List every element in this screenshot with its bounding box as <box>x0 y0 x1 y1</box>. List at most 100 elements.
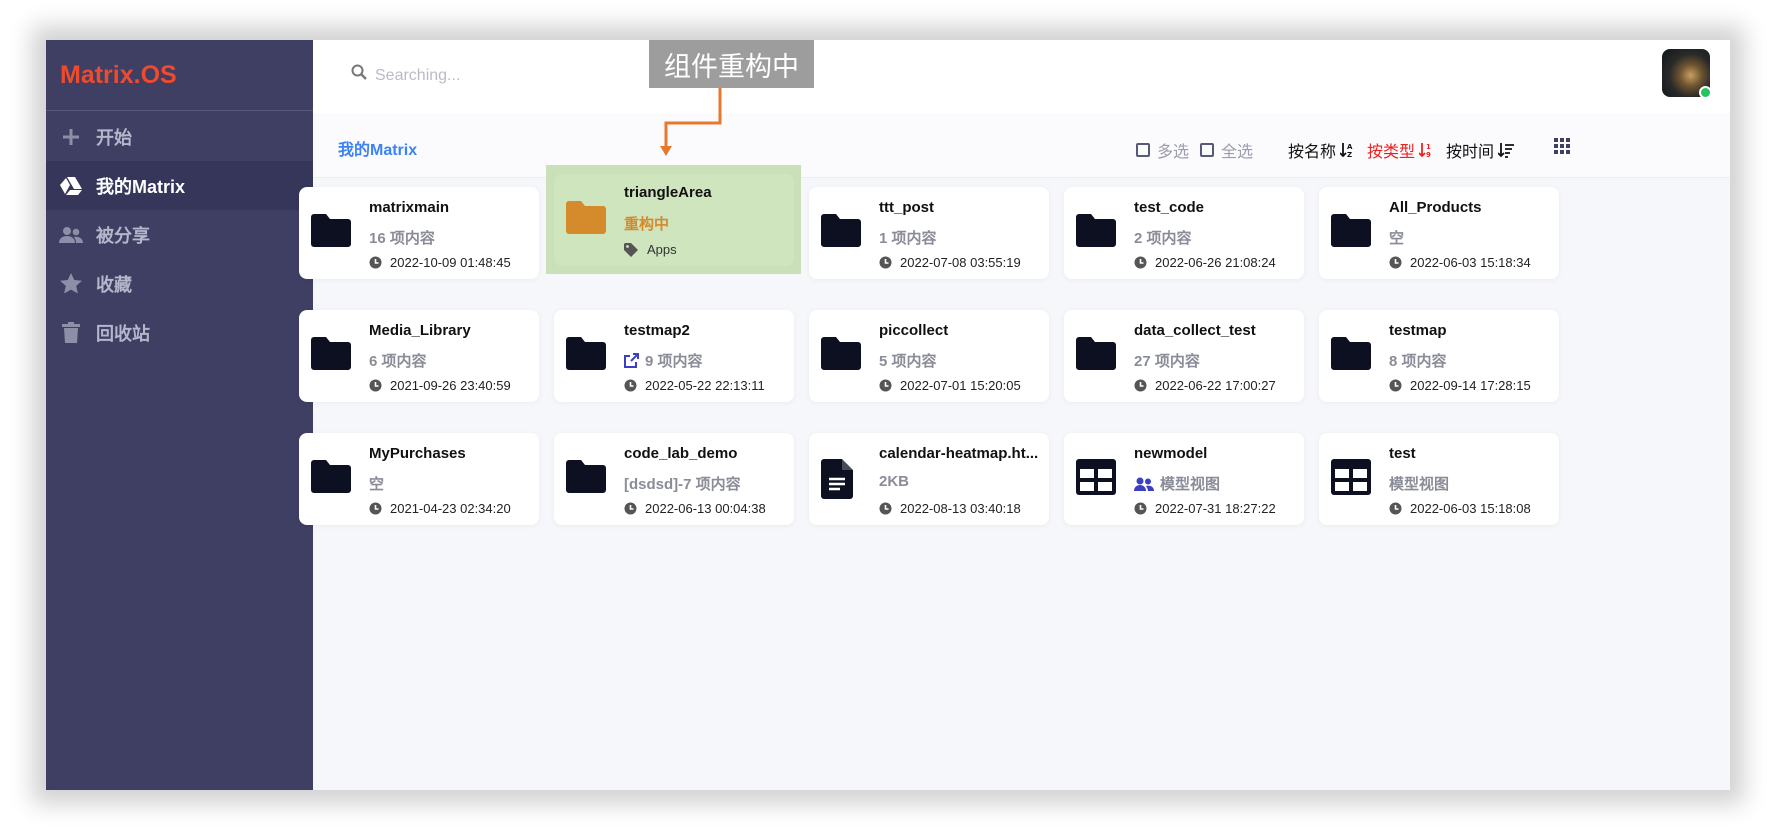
file-card[interactable]: code_lab_demo [dsdsd]-7 项内容 2022-06-13 00:… <box>554 433 794 525</box>
sidebar-item-favorites[interactable]: 收藏 <box>46 259 313 308</box>
table-icon <box>1331 459 1371 499</box>
folder-icon <box>1076 336 1116 376</box>
sidebar-item-start[interactable]: 开始 <box>46 112 313 161</box>
users-icon <box>1134 477 1154 491</box>
sidebar-item-label: 回收站 <box>96 323 150 344</box>
svg-text:Z: Z <box>1347 151 1352 158</box>
clock-icon <box>369 379 382 392</box>
file-meta: 16 项内容 <box>369 227 435 248</box>
file-name: matrixmain <box>369 199 450 216</box>
app-window: Matrix.OS 开始 我的Matrix 被分享 收藏 回收站 Searchi… <box>46 40 1730 790</box>
timestamp-text: 2022-08-13 03:40:18 <box>900 501 1021 516</box>
breadcrumb[interactable]: 我的Matrix <box>338 136 417 160</box>
file-card[interactable]: newmodel 模型视图 2022-07-31 18:27:22 <box>1064 433 1304 525</box>
file-name: data_collect_test <box>1134 322 1256 339</box>
file-name: testmap <box>1389 322 1447 339</box>
file-name: test_code <box>1134 199 1205 216</box>
file-name: piccollect <box>879 322 949 339</box>
file-meta-text: 6 项内容 <box>369 353 427 370</box>
file-timestamp: 2022-06-22 17:00:27 <box>1134 378 1276 393</box>
file-card[interactable]: Media_Library 6 项内容 2021-09-26 23:40:59 <box>299 310 539 402</box>
sort-by-type-button[interactable]: 按类型 19 <box>1367 138 1433 162</box>
folder-icon <box>311 459 351 499</box>
sidebar-item-my-matrix[interactable]: 我的Matrix <box>46 161 313 210</box>
file-card[interactable]: test 模型视图 2022-06-03 15:18:08 <box>1319 433 1559 525</box>
toolbar: 我的Matrix 多选 全选 按名称 AZ 按类型 19 按时间 <box>313 113 1730 178</box>
timestamp-text: 2022-06-03 15:18:34 <box>1410 255 1531 270</box>
clock-icon <box>879 502 892 515</box>
file-timestamp: 2022-08-13 03:40:18 <box>879 501 1021 516</box>
file-card[interactable]: test_code 2 项内容 2022-06-26 21:08:24 <box>1064 187 1304 279</box>
svg-text:1: 1 <box>1426 143 1431 151</box>
file-meta-text: [dsdsd]-7 项内容 <box>624 476 741 493</box>
file-meta: [dsdsd]-7 项内容 <box>624 473 741 494</box>
table-icon <box>1076 459 1116 499</box>
top-bar <box>313 40 1730 113</box>
folder-icon <box>821 336 861 376</box>
grid-view-icon <box>1554 138 1570 154</box>
star-icon <box>58 272 84 296</box>
users-icon <box>58 223 84 247</box>
file-meta-text: 重构中 <box>624 216 670 233</box>
sidebar-item-shared[interactable]: 被分享 <box>46 210 313 259</box>
sidebar-item-trash[interactable]: 回收站 <box>46 308 313 357</box>
file-timestamp: 2022-10-09 01:48:45 <box>369 255 511 270</box>
file-meta: 模型视图 <box>1134 473 1220 494</box>
app-logo[interactable]: Matrix.OS <box>46 40 313 111</box>
sidebar: Matrix.OS 开始 我的Matrix 被分享 收藏 回收站 <box>46 40 313 790</box>
file-meta: 空 <box>369 473 384 494</box>
file-meta-text: 空 <box>369 476 385 493</box>
file-meta: 2 项内容 <box>1134 227 1192 248</box>
file-meta-text: 模型视图 <box>1389 476 1450 493</box>
folder-icon <box>311 336 351 376</box>
file-card[interactable]: calendar-heatmap.ht... 2KB 2022-08-13 03:4… <box>809 433 1049 525</box>
file-card[interactable]: ttt_post 1 项内容 2022-07-08 03:55:19 <box>809 187 1049 279</box>
file-icon <box>821 459 861 499</box>
drive-icon <box>58 174 84 198</box>
svg-text:9: 9 <box>1426 151 1431 158</box>
refactoring-banner: 组件重构中 <box>649 40 814 88</box>
file-name: Media_Library <box>369 322 471 339</box>
clock-icon <box>1389 379 1402 392</box>
file-card[interactable]: MyPurchases 空 2021-04-23 02:34:20 <box>299 433 539 525</box>
file-name: calendar-heatmap.ht... <box>879 445 1039 462</box>
multi-select-checkbox[interactable]: 多选 <box>1136 138 1189 162</box>
file-card[interactable]: testmap2 9 项内容 2022-05-22 22:13:11 <box>554 310 794 402</box>
file-timestamp: 2021-09-26 23:40:59 <box>369 378 511 393</box>
file-meta: 27 项内容 <box>1134 350 1200 371</box>
clock-icon <box>624 379 637 392</box>
clock-icon <box>1134 502 1147 515</box>
select-all-checkbox[interactable]: 全选 <box>1200 138 1253 162</box>
file-card[interactable]: piccollect 5 项内容 2022-07-01 15:20:05 <box>809 310 1049 402</box>
timestamp-text: 2022-05-22 22:13:11 <box>645 378 765 393</box>
tag-icon <box>624 242 639 257</box>
sidebar-item-label: 我的Matrix <box>96 176 186 197</box>
file-card[interactable]: testmap 8 项内容 2022-09-14 17:28:15 <box>1319 310 1559 402</box>
clock-icon <box>369 256 382 269</box>
file-meta: 5 项内容 <box>879 350 937 371</box>
file-card[interactable]: All_Products 空 2022-06-03 15:18:34 <box>1319 187 1559 279</box>
clock-icon <box>1134 379 1147 392</box>
select-all-label: 全选 <box>1221 144 1254 161</box>
file-card[interactable]: data_collect_test 27 项内容 2022-06-22 17:00:… <box>1064 310 1304 402</box>
grid-view-button[interactable] <box>1550 138 1570 154</box>
file-name: All_Products <box>1389 199 1482 216</box>
file-card[interactable]: triangleArea 重构中 Apps <box>554 174 794 266</box>
file-meta: 1 项内容 <box>879 227 937 248</box>
folder-icon <box>566 336 606 376</box>
file-timestamp: 2022-07-01 15:20:05 <box>879 378 1021 393</box>
avatar[interactable] <box>1662 49 1712 99</box>
sort-by-time-button[interactable]: 按时间 <box>1446 138 1515 162</box>
timestamp-text: 2021-09-26 23:40:59 <box>390 378 511 393</box>
file-timestamp: 2022-06-03 15:18:08 <box>1389 501 1531 516</box>
file-card[interactable]: matrixmain 16 项内容 2022-10-09 01:48:45 <box>299 187 539 279</box>
clock-icon <box>1134 256 1147 269</box>
file-name: triangleArea <box>624 184 712 201</box>
timestamp-text: 2022-07-08 03:55:19 <box>900 255 1021 270</box>
timestamp-text: 2022-06-03 15:18:08 <box>1410 501 1531 516</box>
plus-icon <box>58 125 84 149</box>
sort-by-name-button[interactable]: 按名称 AZ <box>1288 138 1354 162</box>
file-timestamp: 2021-04-23 02:34:20 <box>369 501 511 516</box>
folder-icon <box>311 213 351 253</box>
file-timestamp: 2022-06-03 15:18:34 <box>1389 255 1531 270</box>
